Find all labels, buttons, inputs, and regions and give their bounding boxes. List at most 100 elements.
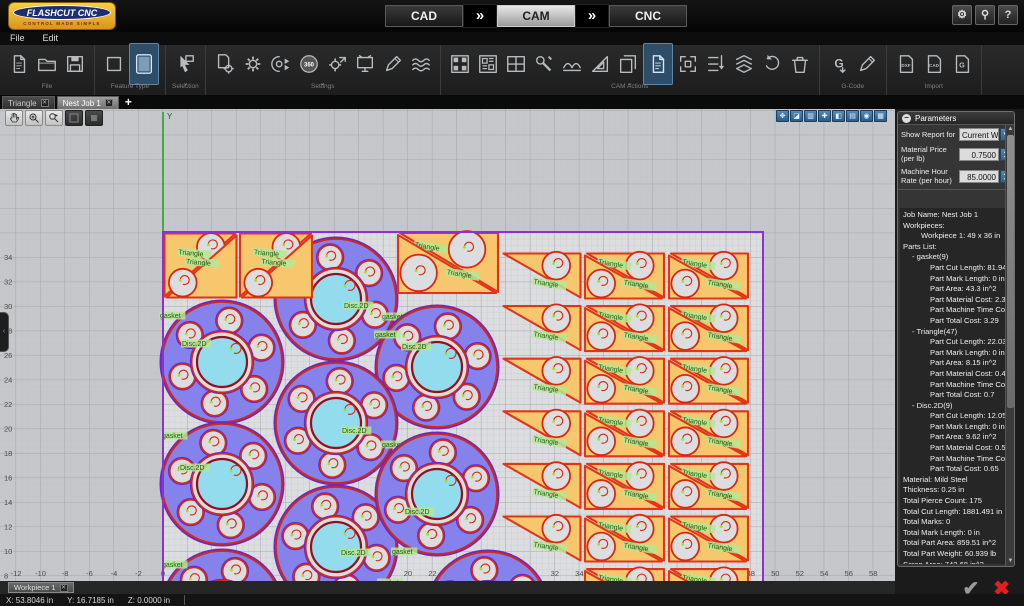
report-doc-icon[interactable] [642, 43, 673, 85]
transform-icon[interactable] [675, 51, 701, 77]
set-square-icon[interactable] [587, 51, 613, 77]
part-label: gasket [374, 330, 401, 339]
y-ruler-tick: 30 [4, 302, 12, 311]
panes-icon[interactable] [503, 51, 529, 77]
fab-settings-icon[interactable] [268, 51, 294, 77]
undo-icon[interactable] [759, 51, 785, 77]
monitor-settings-icon[interactable] [352, 51, 378, 77]
doc-settings-icon[interactable] [212, 51, 238, 77]
bridge-icon[interactable] [559, 51, 585, 77]
show-report-select[interactable]: Current Workp [959, 128, 999, 141]
gcode-edit-icon[interactable] [854, 51, 880, 77]
zoom-in-icon[interactable] [25, 110, 43, 126]
y-ruler-tick: 8 [4, 572, 8, 581]
report-line: Scrap Area: 742.68 in^2 [903, 560, 1012, 564]
canvas-tool-2-icon[interactable]: ◪ [790, 110, 803, 122]
report-line: Part Cut Length: 22.03 in [930, 337, 1012, 347]
x-ruler-tick: 34 [575, 569, 583, 578]
report-line: Part Mark Length: 0 in [930, 421, 1005, 431]
new-file-icon[interactable] [6, 51, 32, 77]
canvas-tool-5-icon[interactable]: ◧ [832, 110, 845, 122]
rotary-360-icon[interactable]: 360 [296, 51, 322, 77]
zoom-extents-icon[interactable] [65, 110, 83, 126]
pierce-point [297, 322, 301, 326]
feature-filled-icon[interactable] [129, 43, 159, 85]
canvas-tool-3-icon[interactable]: ▥ [804, 110, 817, 122]
cam-canvas[interactable]: ✥◪▥✚◧▤◉▦ ‹ XY-12-10-8-6-4-20246810121416… [0, 109, 895, 606]
collapse-icon[interactable]: − [902, 113, 911, 123]
scroll-up-icon[interactable]: ▲ [1006, 125, 1014, 134]
parameters-header[interactable]: − Parameters [898, 112, 1014, 125]
zoom-selected-icon[interactable] [85, 110, 103, 126]
sequence-icon[interactable] [703, 51, 729, 77]
pierce-point [635, 525, 639, 529]
import-gcode-icon[interactable]: G [949, 51, 975, 77]
pan-hand-icon[interactable] [5, 110, 23, 126]
pierce-point [301, 574, 305, 578]
menu-file[interactable]: File [10, 32, 25, 45]
mode-tab-cnc[interactable]: CNC [609, 5, 687, 27]
group-expand-icon[interactable]: ⌄ [182, 80, 188, 87]
pierce-point [472, 353, 476, 357]
waterjet-settings-icon[interactable] [408, 51, 434, 77]
report-line: Part Material Cost: 0.51 [930, 443, 1010, 453]
gcode-generate-icon[interactable]: G [826, 51, 852, 77]
svg-text:Disc.2D: Disc.2D [341, 550, 366, 557]
triangle-hole [541, 408, 572, 439]
canvas-tool-8-icon[interactable]: ▦ [874, 110, 887, 122]
doc-tab-triangle[interactable]: Triangle ✕ [2, 96, 55, 109]
mode-tab-cad[interactable]: CAD [385, 5, 463, 27]
doc-tab-nest-job-1[interactable]: Nest Job 1 ✕ [56, 96, 119, 109]
machine-rate-input[interactable]: 85.0000 [959, 169, 999, 183]
triangle-hole [586, 321, 616, 351]
open-file-icon[interactable] [34, 51, 60, 77]
report-line: Part Machine Time Cost: 0.9 [930, 305, 1012, 315]
workpiece-tab[interactable]: Workpiece 1 ✕ [8, 582, 74, 593]
svg-text:Disc.2D: Disc.2D [405, 509, 430, 516]
scroll-down-icon[interactable]: ▼ [1006, 557, 1014, 566]
canvas-mini-toolbar: ✥ ◪ ▥ ✚ ◧ ▤ ◉ ▦ [776, 110, 887, 122]
canvas-tool-6-icon[interactable]: ▤ [846, 110, 859, 122]
doc-tab-close-icon[interactable]: ✕ [40, 99, 49, 107]
pierce-point [681, 385, 685, 389]
help-icon[interactable]: ? [998, 5, 1018, 25]
pierce-point [209, 400, 213, 404]
layers-icon[interactable] [731, 51, 757, 77]
import-dxf-icon[interactable]: DXF [893, 51, 919, 77]
selection-tool-icon[interactable] [172, 51, 198, 77]
group-expand-icon[interactable]: ⌄ [320, 80, 326, 87]
key-icon[interactable]: ⚲ [975, 5, 995, 25]
draw-settings-icon[interactable] [380, 51, 406, 77]
material-price-input[interactable]: 0.7500 [959, 147, 999, 161]
save-file-icon[interactable] [62, 51, 88, 77]
group-expand-icon[interactable]: ⌄ [627, 80, 633, 87]
triangle-hole [670, 321, 700, 351]
part-label: Disc.2D [340, 548, 371, 557]
feature-outline-icon[interactable] [101, 51, 127, 77]
advanced-gear-icon[interactable] [324, 51, 350, 77]
mode-tab-cam[interactable]: CAM [497, 5, 575, 27]
import-cad-icon[interactable]: CAD [921, 51, 947, 77]
nest-drawing[interactable]: XY-12-10-8-6-4-2024681012141618202224262… [0, 109, 895, 606]
canvas-tool-4-icon[interactable]: ✚ [818, 110, 831, 122]
tool-compensate-icon[interactable] [531, 51, 557, 77]
canvas-tool-7-icon[interactable]: ◉ [860, 110, 873, 122]
report-scrollbar[interactable]: ▲ ▼ [1005, 125, 1014, 566]
zoom-window-icon[interactable] [45, 110, 63, 126]
new-tab-button[interactable]: + [125, 96, 132, 109]
delete-icon[interactable] [787, 51, 813, 77]
nest-parts-icon[interactable] [447, 51, 473, 77]
doc-tab-close-icon[interactable]: ✕ [104, 99, 113, 107]
scrollbar-thumb[interactable] [1007, 135, 1014, 409]
settings-gears-icon[interactable]: ⚙ [952, 5, 972, 25]
part-label: Disc.2D [181, 339, 212, 348]
machine-settings-icon[interactable] [240, 51, 266, 77]
menu-edit[interactable]: Edit [43, 32, 59, 45]
svg-text:gasket: gasket [392, 549, 413, 556]
nest-auto-icon[interactable] [475, 51, 501, 77]
x-ruler-tick: -4 [111, 569, 118, 578]
canvas-tool-1-icon[interactable]: ✥ [776, 110, 789, 122]
duplicate-icon[interactable] [615, 51, 641, 77]
left-flyout-handle[interactable]: ‹ [0, 312, 9, 352]
workpiece-tab-close-icon[interactable]: ✕ [59, 583, 68, 592]
